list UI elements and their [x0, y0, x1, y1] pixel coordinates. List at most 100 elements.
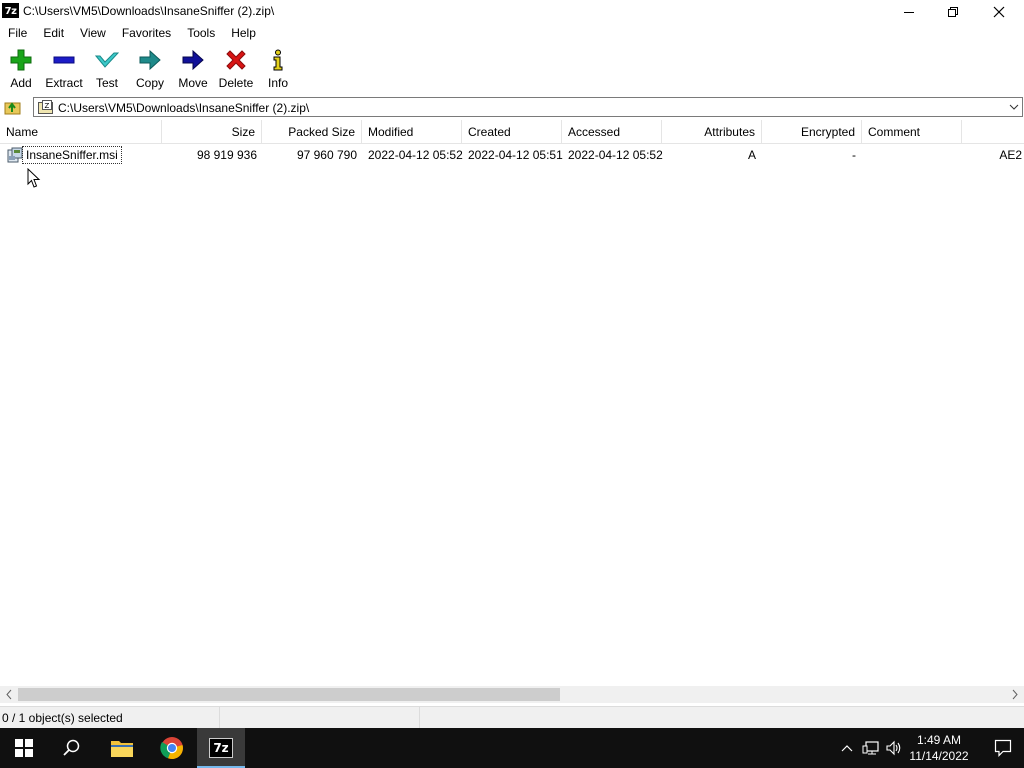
info-icon: [266, 48, 290, 72]
search-icon: [63, 739, 80, 756]
column-packed-size[interactable]: Packed Size: [262, 120, 362, 144]
menu-tools[interactable]: Tools: [187, 24, 215, 42]
column-name[interactable]: Name: [0, 120, 162, 144]
system-clock[interactable]: 1:49 AM 11/14/2022: [905, 732, 973, 764]
close-button[interactable]: [976, 0, 1022, 24]
menu-bar: File Edit View Favorites Tools Help: [0, 24, 1024, 42]
menu-edit[interactable]: Edit: [43, 24, 64, 42]
chevron-up-icon: [841, 745, 853, 752]
7zip-taskbar-button[interactable]: 7z: [197, 728, 245, 768]
title-bar: 7z C:\Users\VM5\Downloads\InsaneSniffer …: [0, 0, 1024, 24]
file-modified-cell: 2022-04-12 05:52: [368, 148, 463, 162]
mouse-cursor-icon: [27, 168, 41, 188]
column-modified[interactable]: Modified: [362, 120, 462, 144]
menu-help[interactable]: Help: [231, 24, 256, 42]
file-created-cell: 2022-04-12 05:51: [468, 148, 563, 162]
volume-tray-button[interactable]: [884, 728, 904, 768]
window-title: C:\Users\VM5\Downloads\InsaneSniffer (2)…: [23, 4, 275, 18]
address-path: C:\Users\VM5\Downloads\InsaneSniffer (2)…: [58, 101, 310, 115]
file-explorer-button[interactable]: [98, 728, 146, 768]
info-button[interactable]: Info: [256, 48, 300, 92]
7zip-taskbar-icon: 7z: [209, 738, 233, 758]
copy-label: Copy: [135, 76, 164, 90]
taskbar: 7z 1:49 AM 11/14/2022: [0, 728, 1024, 768]
copy-button[interactable]: Copy: [128, 48, 172, 92]
close-icon: [993, 6, 1005, 18]
add-plus-icon: [9, 48, 33, 72]
scroll-right-icon[interactable]: [1010, 689, 1020, 700]
extract-minus-icon: [52, 48, 76, 72]
move-button[interactable]: Move: [171, 48, 215, 92]
search-button[interactable]: [48, 728, 96, 768]
address-row: Z C:\Users\VM5\Downloads\InsaneSniffer (…: [0, 96, 1024, 118]
column-size[interactable]: Size: [162, 120, 262, 144]
minimize-icon: [904, 12, 914, 13]
info-label: Info: [267, 76, 288, 90]
file-list[interactable]: Name Size Packed Size Modified Created A…: [0, 120, 1024, 686]
status-panel-3: [420, 707, 620, 729]
column-comment[interactable]: Comment: [862, 120, 962, 144]
move-label: Move: [178, 76, 208, 90]
file-accessed-cell: 2022-04-12 05:52: [568, 148, 663, 162]
file-size-cell: 98 919 936: [196, 148, 257, 162]
network-tray-button[interactable]: [860, 728, 882, 768]
column-encrypted[interactable]: Encrypted: [762, 120, 862, 144]
restore-button[interactable]: [930, 0, 976, 24]
toolbar: Add Extract Test Copy Move Delete Info: [0, 44, 1024, 94]
delete-button[interactable]: Delete: [214, 48, 258, 92]
file-attributes-cell: A: [747, 148, 756, 162]
test-button[interactable]: Test: [85, 48, 129, 92]
notification-icon: [994, 739, 1012, 757]
up-folder-icon: [4, 102, 21, 115]
column-extra[interactable]: [962, 120, 1024, 144]
column-accessed[interactable]: Accessed: [562, 120, 662, 144]
test-check-icon: [95, 48, 119, 72]
restore-icon: [948, 7, 958, 17]
status-selection: 0 / 1 object(s) selected: [0, 707, 220, 729]
status-bar: 0 / 1 object(s) selected: [0, 706, 1024, 729]
column-header-row: Name Size Packed Size Modified Created A…: [0, 120, 1024, 144]
delete-label: Delete: [218, 76, 254, 90]
menu-favorites[interactable]: Favorites: [122, 24, 171, 42]
extract-button[interactable]: Extract: [42, 48, 86, 92]
network-icon: [862, 741, 879, 755]
add-label: Add: [10, 76, 32, 90]
msi-file-icon: [7, 147, 23, 163]
chevron-down-icon[interactable]: [1008, 101, 1020, 113]
clock-time: 1:49 AM: [916, 733, 962, 747]
file-extra-cell: AE2: [999, 148, 1022, 162]
speaker-icon: [886, 740, 901, 756]
clock-date: 11/14/2022: [909, 749, 969, 763]
file-encrypted-cell: -: [852, 148, 856, 162]
svg-text:Z: Z: [45, 102, 50, 110]
chrome-icon: [160, 737, 183, 760]
show-hidden-icons-button[interactable]: [838, 728, 856, 768]
copy-arrow-icon: [138, 48, 162, 72]
status-panel-2: [220, 707, 420, 729]
move-arrow-icon: [181, 48, 205, 72]
up-folder-button[interactable]: [3, 98, 23, 116]
delete-x-icon: [224, 48, 248, 72]
chrome-button[interactable]: [148, 728, 196, 768]
file-name-cell[interactable]: InsaneSniffer.msi: [22, 146, 122, 164]
extract-label: Extract: [45, 76, 83, 90]
add-button[interactable]: Add: [0, 48, 43, 92]
start-button[interactable]: [0, 728, 48, 768]
folder-icon: [111, 741, 133, 757]
file-packed-size-cell: 97 960 790: [296, 148, 357, 162]
menu-view[interactable]: View: [80, 24, 106, 42]
scrollbar-thumb[interactable]: [18, 688, 560, 701]
table-row[interactable]: InsaneSniffer.msi 98 919 936 97 960 790 …: [0, 144, 1024, 166]
7zip-app-icon[interactable]: 7z: [2, 3, 19, 18]
address-combobox[interactable]: Z C:\Users\VM5\Downloads\InsaneSniffer (…: [33, 97, 1023, 117]
zip-archive-icon: Z: [38, 100, 53, 114]
column-attributes[interactable]: Attributes: [662, 120, 762, 144]
minimize-button[interactable]: [886, 0, 932, 24]
scroll-left-icon[interactable]: [4, 689, 14, 700]
notifications-button[interactable]: [982, 728, 1024, 768]
test-label: Test: [95, 76, 118, 90]
column-created[interactable]: Created: [462, 120, 562, 144]
horizontal-scrollbar[interactable]: [0, 686, 1024, 703]
windows-logo-icon: [15, 739, 33, 757]
menu-file[interactable]: File: [8, 24, 27, 42]
